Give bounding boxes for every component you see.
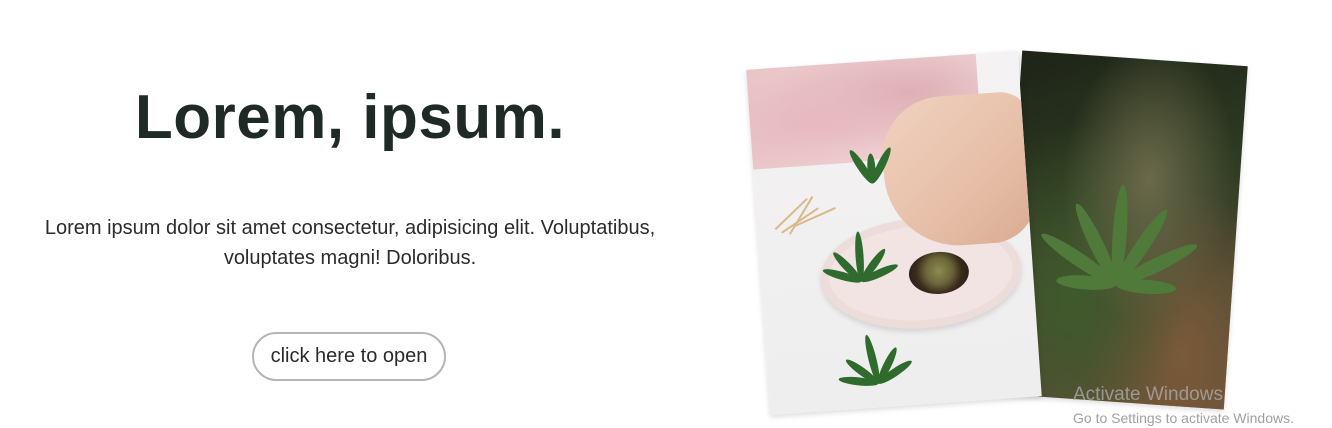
- cannabis-leaf-image: [1020, 172, 1214, 384]
- matches: [773, 184, 836, 238]
- front-photo: [746, 50, 1042, 416]
- windows-activation-watermark: Activate Windows Go to Settings to activ…: [1073, 384, 1294, 428]
- watermark-subtitle: Go to Settings to activate Windows.: [1073, 410, 1294, 426]
- hero-description: Lorem ipsum dolor sit amet consectetur, …: [44, 217, 656, 269]
- page: Lorem, ipsum. Lorem ipsum dolor sit amet…: [0, 0, 1332, 428]
- hero-title: Lorem, ipsum.: [134, 83, 566, 152]
- watermark-title: Activate Windows: [1073, 384, 1223, 405]
- open-button[interactable]: click here to open: [252, 332, 446, 381]
